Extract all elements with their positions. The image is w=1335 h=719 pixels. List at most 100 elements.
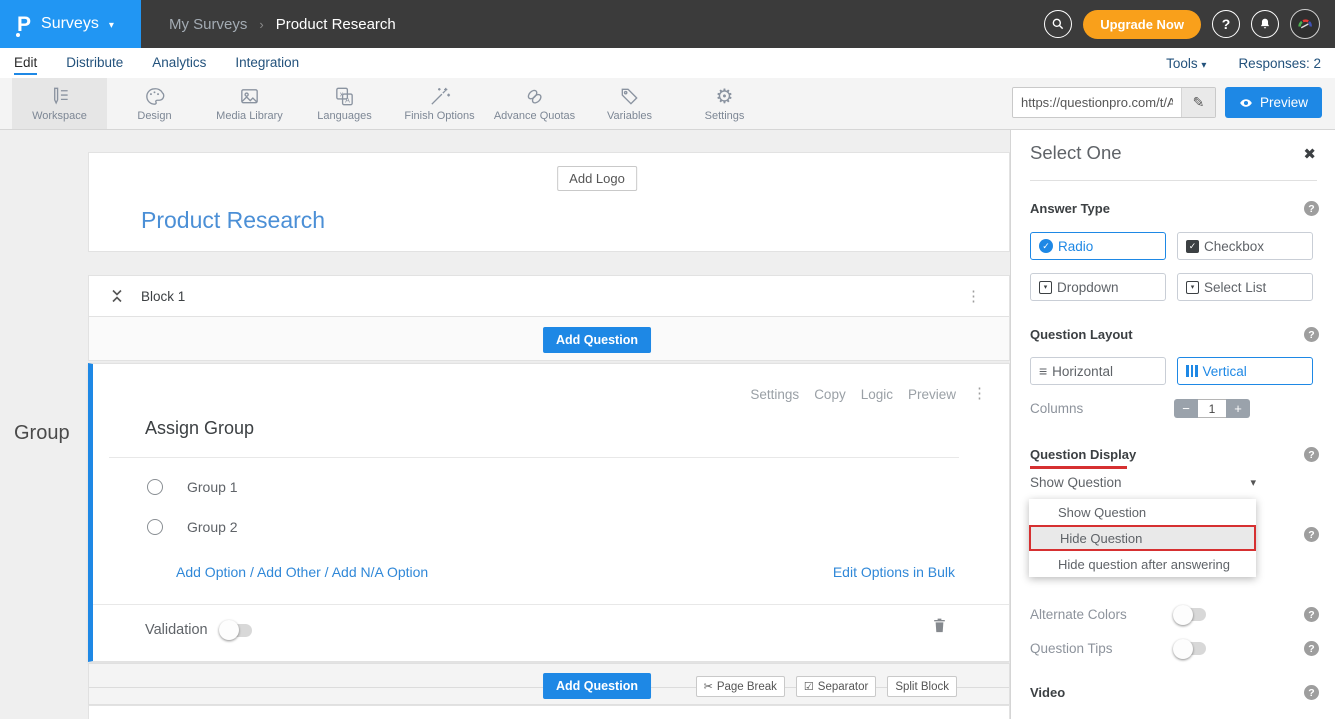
collapse-icon xyxy=(111,288,123,304)
answer-type-dropdown[interactable]: ▾Dropdown xyxy=(1030,273,1166,301)
alternate-colors-toggle[interactable] xyxy=(1175,608,1206,621)
question-tips-toggle[interactable] xyxy=(1175,642,1206,655)
alternate-colors-help-icon[interactable]: ? xyxy=(1304,607,1319,622)
menu-item-hide-after-answering[interactable]: Hide question after answering xyxy=(1029,551,1256,577)
responses-count[interactable]: Responses: 2 xyxy=(1238,56,1321,71)
account-avatar[interactable] xyxy=(1290,9,1320,39)
columns-label: Columns xyxy=(1030,401,1083,416)
validation-toggle[interactable] xyxy=(221,624,252,637)
add-na-option-link[interactable]: Add N/A Option xyxy=(332,564,429,580)
hidden-setting-help-icon[interactable]: ? xyxy=(1304,527,1319,542)
layout-horizontal[interactable]: ≡Horizontal xyxy=(1030,357,1166,385)
block-menu-button[interactable]: ⋮ xyxy=(966,289,981,304)
toolbar-item-media-library[interactable]: Media Library xyxy=(202,78,297,129)
question-settings-link[interactable]: Settings xyxy=(750,387,799,402)
add-logo-button[interactable]: Add Logo xyxy=(557,166,637,191)
tools-dropdown[interactable]: Tools ▾ xyxy=(1166,56,1206,71)
question-copy-link[interactable]: Copy xyxy=(814,387,846,402)
answer-type-options: ✓Radio ✓Checkbox ▾Dropdown ▾Select List xyxy=(1030,232,1313,301)
page-break-button[interactable]: ✂Page Break xyxy=(696,676,785,697)
question-display-help-icon[interactable]: ? xyxy=(1304,447,1319,462)
toolbar-item-workspace[interactable]: Workspace xyxy=(12,78,107,129)
toolbar-item-finish-options[interactable]: Finish Options xyxy=(392,78,487,129)
toolbar-item-design[interactable]: Design xyxy=(107,78,202,129)
dropdown-icon: ▾ xyxy=(1039,281,1052,294)
toolbar-item-advance-quotas[interactable]: Advance Quotas xyxy=(487,78,582,129)
question-display-select[interactable]: Show Question ▾ xyxy=(1030,475,1256,490)
question-card: Settings Copy Logic Preview ⋮ Assign Gro… xyxy=(88,363,1010,662)
questionpro-logo-icon: P xyxy=(17,14,31,35)
question-logic-link[interactable]: Logic xyxy=(861,387,893,402)
scissors-icon: ✂ xyxy=(704,680,713,693)
upgrade-now-button[interactable]: Upgrade Now xyxy=(1083,10,1201,39)
survey-url-input[interactable] xyxy=(1013,88,1181,117)
bell-icon xyxy=(1258,17,1272,31)
workspace-icon xyxy=(48,85,71,108)
columns-stepper: − + xyxy=(1174,399,1250,418)
preview-button[interactable]: Preview xyxy=(1225,87,1322,118)
tab-analytics[interactable]: Analytics xyxy=(152,51,206,75)
breadcrumb-my-surveys[interactable]: My Surveys xyxy=(169,16,247,33)
question-layout-heading: Question Layout xyxy=(1030,327,1133,342)
radio-check-icon: ✓ xyxy=(1039,239,1053,253)
survey-title[interactable]: Product Research xyxy=(141,207,325,234)
menu-item-show-question[interactable]: Show Question xyxy=(1029,499,1256,525)
split-block-button[interactable]: Split Block xyxy=(887,676,957,697)
tab-edit[interactable]: Edit xyxy=(14,51,37,75)
chain-link-icon xyxy=(523,85,546,108)
question-mark-icon: ? xyxy=(1222,16,1231,32)
question-tips-help-icon[interactable]: ? xyxy=(1304,641,1319,656)
radio-option-2[interactable] xyxy=(147,519,163,535)
answer-type-select-list[interactable]: ▾Select List xyxy=(1177,273,1313,301)
edit-options-in-bulk-link[interactable]: Edit Options in Bulk xyxy=(833,564,955,580)
collapse-block-button[interactable] xyxy=(111,288,123,304)
eye-icon xyxy=(1239,96,1253,110)
columns-value-input[interactable] xyxy=(1198,399,1226,418)
separator-button[interactable]: ☑Separator xyxy=(796,676,876,697)
edit-url-button[interactable]: ✎ xyxy=(1181,88,1215,117)
question-preview-link[interactable]: Preview xyxy=(908,387,956,402)
columns-decrement-button[interactable]: − xyxy=(1174,399,1198,418)
layout-vertical[interactable]: Vertical xyxy=(1177,357,1313,385)
question-menu-button[interactable]: ⋮ xyxy=(972,386,987,401)
option-label[interactable]: Group 2 xyxy=(187,519,238,535)
question-title[interactable]: Assign Group xyxy=(145,418,254,439)
block-title[interactable]: Block 1 xyxy=(141,289,185,304)
menu-item-hide-question[interactable]: Hide Question xyxy=(1029,525,1256,551)
toolbar-right: ✎ Preview xyxy=(1012,87,1322,118)
answer-type-radio[interactable]: ✓Radio xyxy=(1030,232,1166,260)
validation-label: Validation xyxy=(145,622,208,638)
answer-type-checkbox[interactable]: ✓Checkbox xyxy=(1177,232,1313,260)
search-button[interactable] xyxy=(1044,10,1072,38)
add-question-button-bottom[interactable]: Add Question xyxy=(543,673,651,699)
tab-distribute[interactable]: Distribute xyxy=(66,51,123,75)
question-layout-help-icon[interactable]: ? xyxy=(1304,327,1319,342)
validation-divider xyxy=(93,604,1009,605)
answer-type-help-icon[interactable]: ? xyxy=(1304,201,1319,216)
question-layout-options: ≡Horizontal Vertical xyxy=(1030,357,1313,385)
add-question-button-top[interactable]: Add Question xyxy=(543,327,651,353)
option-label[interactable]: Group 1 xyxy=(187,479,238,495)
svg-text:A: A xyxy=(345,96,350,104)
notifications-button[interactable] xyxy=(1251,10,1279,38)
horizontal-lines-icon: ≡ xyxy=(1039,364,1047,378)
trash-icon xyxy=(932,617,947,634)
product-switcher[interactable]: P Surveys ▾ xyxy=(0,0,141,48)
delete-question-button[interactable] xyxy=(932,617,947,634)
radio-option-1[interactable] xyxy=(147,479,163,495)
topbar-actions: Upgrade Now ? xyxy=(1044,9,1335,39)
section-nav: Edit Distribute Analytics Integration To… xyxy=(0,48,1335,78)
survey-editor-app: P Surveys ▾ My Surveys › Product Researc… xyxy=(0,0,1335,719)
toolbar-item-settings[interactable]: ⚙ Settings xyxy=(677,78,772,129)
add-other-link[interactable]: Add Other xyxy=(257,564,321,580)
toolbar-item-variables[interactable]: Variables xyxy=(582,78,677,129)
close-panel-button[interactable]: ✖ xyxy=(1303,145,1316,163)
toolbar-item-languages[interactable]: xA Languages xyxy=(297,78,392,129)
breadcrumb: My Surveys › Product Research xyxy=(169,16,396,33)
add-option-link[interactable]: Add Option xyxy=(176,564,246,580)
help-button[interactable]: ? xyxy=(1212,10,1240,38)
video-help-icon[interactable]: ? xyxy=(1304,685,1319,700)
image-icon xyxy=(238,85,261,108)
columns-increment-button[interactable]: + xyxy=(1226,399,1250,418)
tab-integration[interactable]: Integration xyxy=(235,51,299,75)
